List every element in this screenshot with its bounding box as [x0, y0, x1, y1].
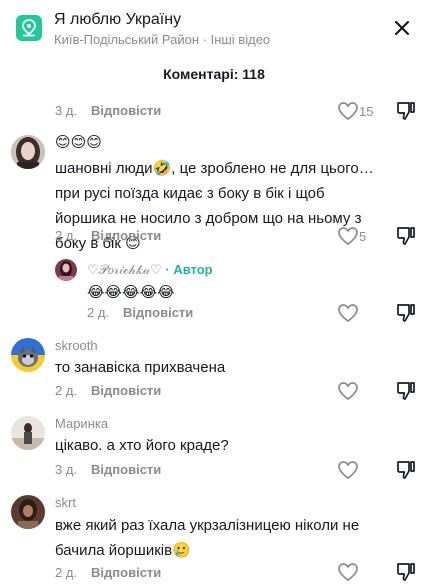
reply-button[interactable]: Відповісти: [91, 383, 161, 398]
video-header: Я люблю Україну Київ-Подільський Район ·…: [0, 0, 428, 58]
dislike-icon[interactable]: [395, 380, 417, 402]
heart-icon[interactable]: [337, 381, 359, 401]
heart-icon[interactable]: [337, 460, 359, 480]
avatar[interactable]: [11, 416, 45, 450]
like-count: 5: [359, 229, 367, 244]
comment-meta: 2 д. Відповісти: [55, 383, 161, 398]
username[interactable]: Маринка: [55, 416, 108, 431]
username[interactable]: ♡𝒫𝑜𝓇𝒾𝒸𝒽𝓀𝒶♡ · Автор: [87, 262, 213, 278]
heart-icon[interactable]: [337, 562, 359, 582]
comment-emoji-line: 😊😊😊: [55, 133, 102, 151]
avatar[interactable]: [11, 338, 45, 372]
comment-meta: 3 д. Відповісти: [55, 103, 161, 118]
like-count: 15: [359, 104, 374, 119]
reply-button[interactable]: Відповісти: [91, 565, 161, 580]
location-pin-icon[interactable]: [16, 15, 42, 41]
comment-time: 2 д.: [55, 383, 78, 398]
close-icon[interactable]: [390, 16, 414, 40]
heart-icon[interactable]: [337, 101, 359, 121]
reply-button[interactable]: Відповісти: [91, 228, 161, 243]
comment-meta: 2 д. Відповісти: [55, 565, 161, 580]
author-badge: · Автор: [165, 262, 213, 277]
location-title[interactable]: Я люблю Україну: [54, 11, 181, 29]
comment-meta: 2 д. Відповісти: [55, 228, 161, 243]
comment-meta: 3 д. Відповісти: [55, 462, 161, 477]
comment-time: 2 д.: [55, 228, 78, 243]
dislike-icon[interactable]: [395, 302, 417, 324]
dislike-icon[interactable]: [395, 561, 417, 583]
comment-text: то занавіска прихвачена: [55, 359, 226, 376]
comment-text: вже який раз їхала укрзалізницею ніколи …: [55, 517, 360, 559]
comment-text: 😂😂😂😂😂: [87, 283, 175, 301]
location-subtitle[interactable]: Київ-Подільський Район · Інші відео: [54, 32, 270, 47]
comment-time: 3 д.: [55, 462, 78, 477]
dislike-icon[interactable]: [395, 459, 417, 481]
comments-count-title: Коментарі: 118: [163, 66, 265, 82]
comment-time: 2 д.: [55, 565, 78, 580]
dislike-icon[interactable]: [395, 225, 417, 247]
reply-button[interactable]: Відповісти: [91, 462, 161, 477]
avatar[interactable]: [11, 135, 45, 169]
username-text[interactable]: ♡𝒫𝑜𝓇𝒾𝒸𝒽𝓀𝒶♡: [87, 262, 162, 277]
reply-button[interactable]: Відповісти: [123, 305, 193, 320]
dislike-icon[interactable]: [395, 100, 417, 122]
avatar[interactable]: [55, 259, 77, 281]
comment-time: 2 д.: [87, 305, 110, 320]
comment-text: цікаво. а хто його краде?: [55, 437, 229, 454]
username[interactable]: skrooth: [55, 338, 98, 353]
reply-button[interactable]: Відповісти: [91, 103, 161, 118]
heart-icon[interactable]: [337, 303, 359, 323]
comment-meta: 2 д. Відповісти: [87, 305, 193, 320]
heart-icon[interactable]: [337, 226, 359, 246]
comment-time: 3 д.: [55, 103, 78, 118]
username[interactable]: skrt: [55, 495, 76, 510]
avatar[interactable]: [11, 495, 45, 529]
